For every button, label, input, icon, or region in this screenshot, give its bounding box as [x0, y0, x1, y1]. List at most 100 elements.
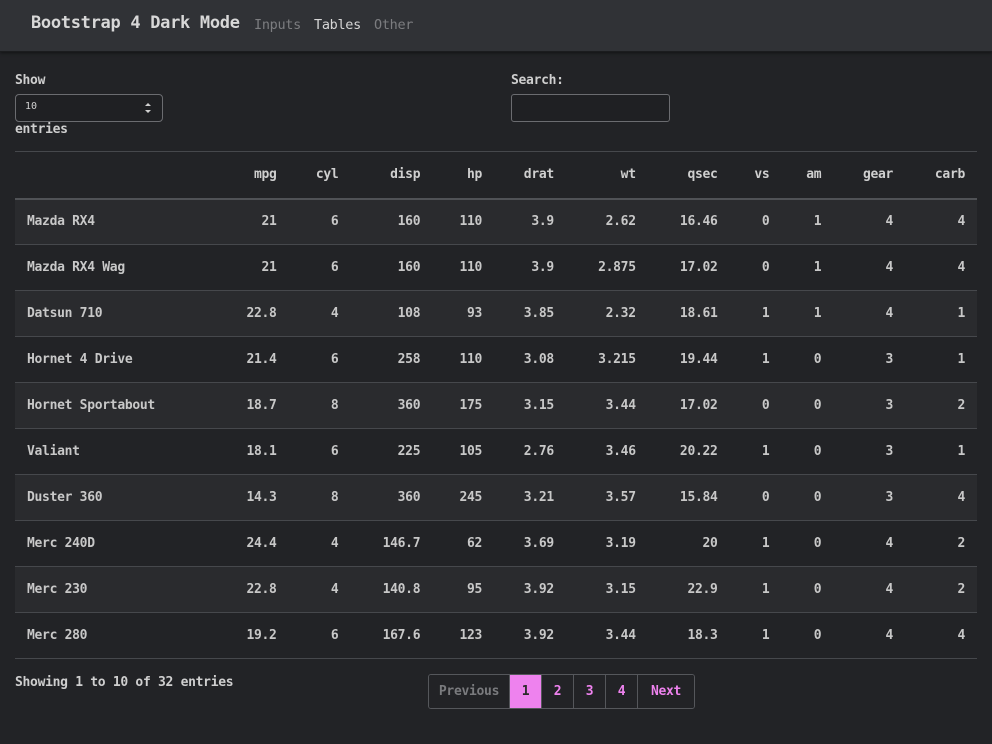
cell-hp: 62 — [432, 520, 495, 567]
cell-qsec: 17.02 — [647, 244, 730, 291]
cell-am: 0 — [781, 474, 834, 521]
table-body: Mazda RX4 21 6 160 110 3.9 2.62 16.46 0 1 4 4 Mazda … — [15, 198, 977, 659]
cell-am: 0 — [781, 382, 834, 429]
cell-gear: 4 — [833, 520, 906, 567]
cell-hp: 175 — [432, 382, 495, 429]
column-header-name[interactable] — [15, 151, 217, 200]
cell-am: 1 — [781, 198, 834, 245]
cell-drat: 3.21 — [494, 474, 566, 521]
nav-link-tables[interactable]: Tables — [314, 17, 361, 33]
navbar-brand[interactable]: Bootstrap 4 Dark Mode — [31, 13, 240, 33]
row-name-cell: Hornet 4 Drive — [15, 336, 217, 383]
table-row[interactable]: Mazda RX4 Wag 21 6 160 110 3.9 2.875 17.02 0 1 4 4 — [15, 244, 977, 291]
cell-vs: 1 — [729, 290, 782, 337]
cell-gear: 3 — [833, 428, 906, 475]
column-header-carb[interactable]: carb — [905, 151, 977, 200]
cell-vs: 0 — [729, 244, 782, 291]
row-name-cell: Duster 360 — [15, 474, 217, 521]
previous-button[interactable]: Previous — [429, 675, 509, 708]
page-2-button[interactable]: 2 — [541, 675, 573, 708]
cell-cyl: 6 — [288, 612, 351, 659]
cell-mpg: 22.8 — [216, 566, 289, 613]
cell-gear: 4 — [833, 612, 906, 659]
table-row[interactable]: Valiant 18.1 6 225 105 2.76 3.46 20.22 1 0 3 1 — [15, 428, 977, 475]
cell-drat: 3.15 — [494, 382, 566, 429]
page-length-select[interactable]: 10 — [15, 94, 163, 122]
cell-qsec: 18.3 — [647, 612, 730, 659]
column-header-mpg[interactable]: mpg — [216, 151, 289, 200]
cell-drat: 3.08 — [494, 336, 566, 383]
cell-mpg: 18.1 — [216, 428, 289, 475]
cell-hp: 95 — [432, 566, 495, 613]
cell-carb: 2 — [905, 520, 977, 567]
nav-link-other[interactable]: Other — [374, 17, 413, 33]
cell-disp: 160 — [350, 198, 433, 245]
cell-am: 1 — [781, 244, 834, 291]
page-1-button[interactable]: 1 — [509, 675, 541, 708]
column-header-vs[interactable]: vs — [729, 151, 782, 200]
cell-hp: 105 — [432, 428, 495, 475]
cell-gear: 3 — [833, 382, 906, 429]
cell-vs: 1 — [729, 428, 782, 475]
page-3-button[interactable]: 3 — [573, 675, 605, 708]
next-button[interactable]: Next — [637, 675, 694, 708]
cell-gear: 4 — [833, 566, 906, 613]
cell-mpg: 24.4 — [216, 520, 289, 567]
column-header-hp[interactable]: hp — [432, 151, 495, 200]
row-name-cell: Hornet Sportabout — [15, 382, 217, 429]
cell-drat: 3.9 — [494, 198, 566, 245]
cell-hp: 93 — [432, 290, 495, 337]
cell-vs: 1 — [729, 566, 782, 613]
cell-gear: 3 — [833, 474, 906, 521]
nav-link-inputs[interactable]: Inputs — [254, 17, 301, 33]
cell-mpg: 18.7 — [216, 382, 289, 429]
cell-vs: 0 — [729, 198, 782, 245]
cell-qsec: 22.9 — [647, 566, 730, 613]
column-header-drat[interactable]: drat — [494, 151, 566, 200]
cell-cyl: 8 — [288, 382, 351, 429]
cell-carb: 4 — [905, 612, 977, 659]
cell-mpg: 19.2 — [216, 612, 289, 659]
cell-gear: 4 — [833, 290, 906, 337]
table-row[interactable]: Merc 230 22.8 4 140.8 95 3.92 3.15 22.9 1 0 4 2 — [15, 566, 977, 613]
table-row[interactable]: Hornet Sportabout 18.7 8 360 175 3.15 3.44 17.0… — [15, 382, 977, 429]
cell-drat: 3.85 — [494, 290, 566, 337]
cell-wt: 3.44 — [565, 612, 648, 659]
table-row[interactable]: Datsun 710 22.8 4 108 93 3.85 2.32 18.61 1 1 4 1 — [15, 290, 977, 337]
cell-mpg: 21 — [216, 198, 289, 245]
select-arrows-icon — [145, 103, 151, 113]
cell-qsec: 20 — [647, 520, 730, 567]
page-4-button[interactable]: 4 — [605, 675, 637, 708]
column-header-qsec[interactable]: qsec — [647, 151, 730, 200]
table-row[interactable]: Merc 240D 24.4 4 146.7 62 3.69 3.19 20 1 0 4 2 — [15, 520, 977, 567]
column-header-wt[interactable]: wt — [565, 151, 648, 200]
cell-qsec: 18.61 — [647, 290, 730, 337]
cell-vs: 1 — [729, 520, 782, 567]
cell-disp: 360 — [350, 474, 433, 521]
column-header-gear[interactable]: gear — [833, 151, 906, 200]
search-input[interactable] — [511, 94, 670, 122]
cell-vs: 1 — [729, 612, 782, 659]
cell-disp: 258 — [350, 336, 433, 383]
table-row[interactable]: Hornet 4 Drive 21.4 6 258 110 3.08 3.215 19.44 1… — [15, 336, 977, 383]
table-row[interactable]: Merc 280 19.2 6 167.6 123 3.92 3.44 18.3 1 0 4 4 — [15, 612, 977, 659]
cell-gear: 4 — [833, 244, 906, 291]
column-header-am[interactable]: am — [781, 151, 834, 200]
cell-qsec: 17.02 — [647, 382, 730, 429]
entries-label: entries — [15, 122, 68, 137]
cell-carb: 1 — [905, 336, 977, 383]
cell-disp: 160 — [350, 244, 433, 291]
cell-wt: 2.32 — [565, 290, 648, 337]
cell-cyl: 4 — [288, 566, 351, 613]
cell-gear: 4 — [833, 198, 906, 245]
row-name-cell: Mazda RX4 Wag — [15, 244, 217, 291]
table-row[interactable]: Mazda RX4 21 6 160 110 3.9 2.62 16.46 0 1 4 4 — [15, 198, 977, 245]
column-header-disp[interactable]: disp — [350, 151, 433, 200]
column-header-cyl[interactable]: cyl — [288, 151, 351, 200]
cell-carb: 4 — [905, 244, 977, 291]
cell-disp: 140.8 — [350, 566, 433, 613]
cell-wt: 3.215 — [565, 336, 648, 383]
table-row[interactable]: Duster 360 14.3 8 360 245 3.21 3.57 15.84 0 0 3 4 — [15, 474, 977, 521]
page-length-value: 10 — [25, 101, 38, 112]
cell-cyl: 8 — [288, 474, 351, 521]
